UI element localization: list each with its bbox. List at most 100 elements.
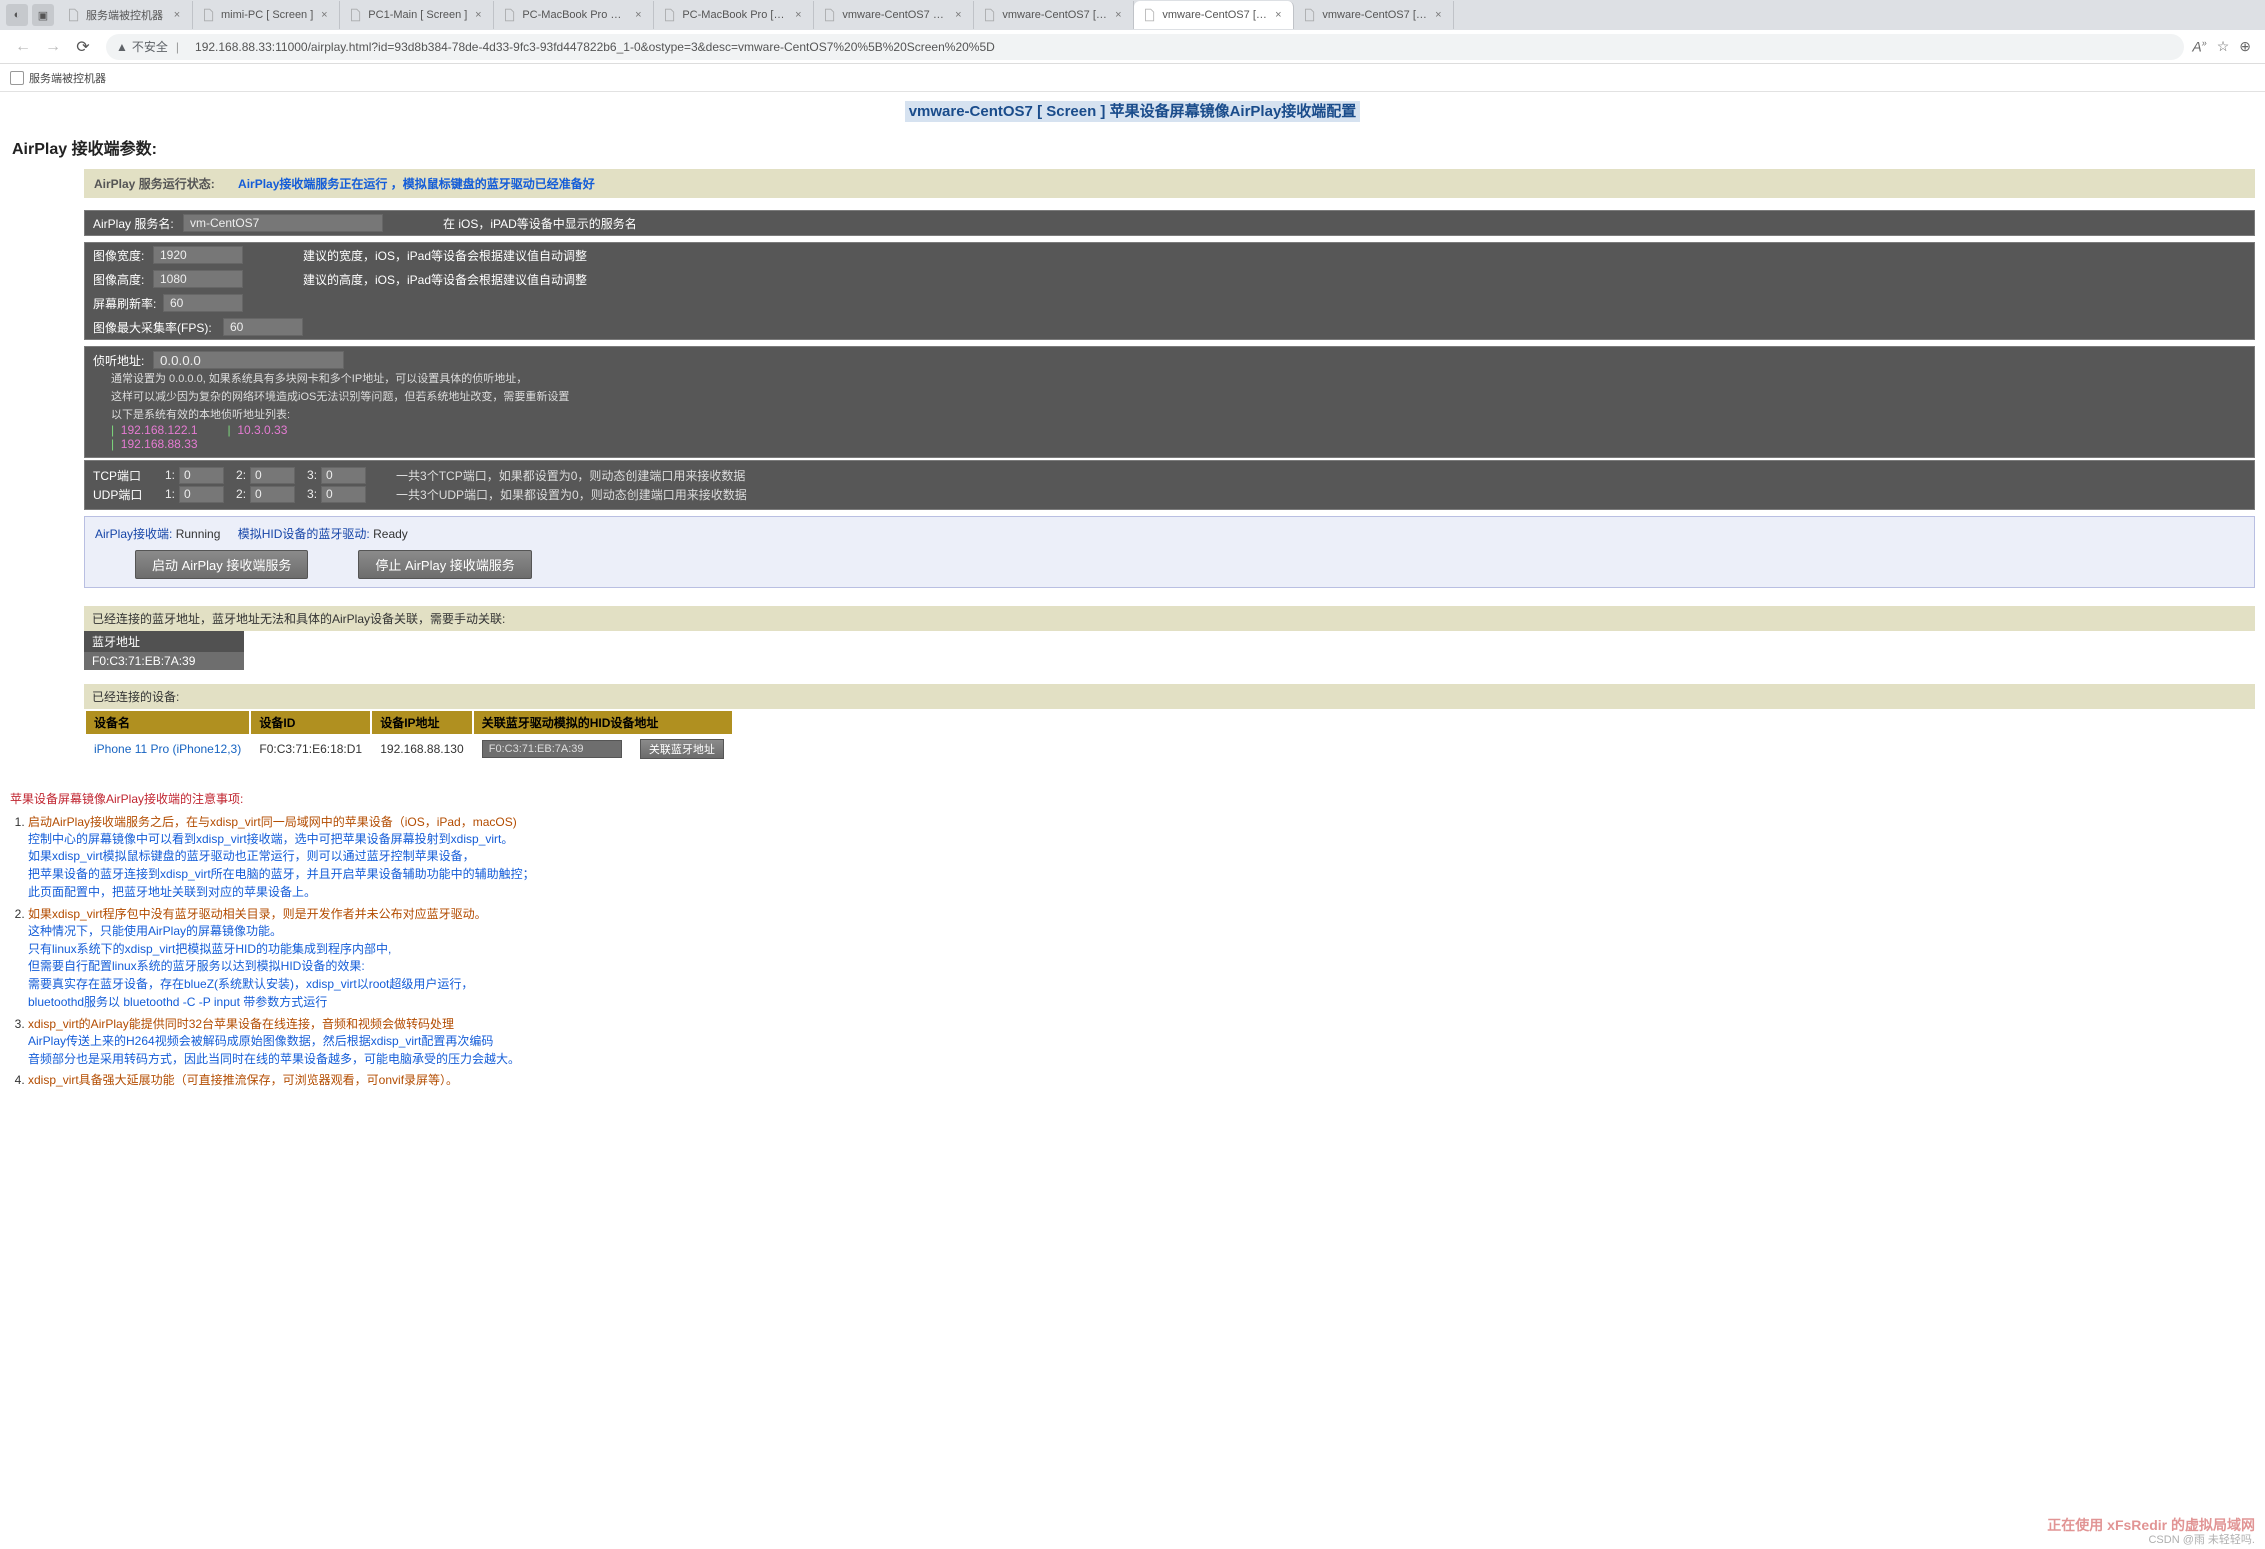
listen-ip-3: 192.168.88.33 bbox=[121, 437, 198, 451]
close-icon[interactable]: × bbox=[170, 8, 184, 22]
udp-port-3[interactable] bbox=[321, 486, 366, 503]
browser-tab[interactable]: 服务端被控机器 × bbox=[58, 1, 193, 29]
bookmark-page-icon bbox=[10, 71, 24, 85]
close-icon[interactable]: × bbox=[951, 8, 965, 22]
tab-title: PC-MacBook Pro List bbox=[522, 9, 627, 21]
stop-airplay-button[interactable]: 停止 AirPlay 接收端服务 bbox=[358, 550, 531, 579]
tab-title: vmware-CentOS7 [ Scre bbox=[1002, 9, 1107, 21]
close-icon[interactable]: × bbox=[1271, 8, 1285, 22]
bookmarks-bar: 服务端被控机器 bbox=[0, 64, 2265, 92]
note-2: 如果xdisp_virt程序包中没有蓝牙驱动相关目录，则是开发作者并未公布对应蓝… bbox=[28, 905, 2255, 1011]
tab-title: 服务端被控机器 bbox=[86, 7, 166, 23]
dev-link-button[interactable]: 关联蓝牙地址 bbox=[640, 739, 724, 759]
udp-tail: 一共3个UDP端口，如果都设置为0，则动态创建端口用来接收数据 bbox=[396, 486, 747, 503]
ctrl-k1: AirPlay接收端: bbox=[95, 527, 172, 541]
browser-tab[interactable]: vmware-CentOS7 [ Scre × bbox=[1294, 1, 1454, 29]
fps-label: 图像最大采集率(FPS): bbox=[93, 319, 223, 336]
img-width-label: 图像宽度: bbox=[93, 247, 153, 264]
page-icon bbox=[1302, 8, 1316, 22]
close-icon[interactable]: × bbox=[791, 8, 805, 22]
watermark: 正在使用 xFsRedir 的虚拟局域网 bbox=[2047, 1515, 2255, 1535]
browser-tab[interactable]: PC1-Main [ Screen ] × bbox=[340, 1, 494, 29]
browser-tab[interactable]: vmware-CentOS7 [ Scre × bbox=[974, 1, 1134, 29]
ctrl-k2: 模拟HID设备的蓝牙驱动: bbox=[238, 527, 370, 541]
dev-id: F0:C3:71:E6:18:D1 bbox=[251, 736, 370, 762]
page-icon bbox=[201, 8, 215, 22]
close-icon[interactable]: × bbox=[471, 8, 485, 22]
img-width-input[interactable] bbox=[153, 246, 243, 264]
tab-title: vmware-CentOS7 List bbox=[842, 9, 947, 21]
close-icon[interactable]: × bbox=[1111, 8, 1125, 22]
img-width-tail: 建议的宽度，iOS，iPad等设备会根据建议值自动调整 bbox=[303, 247, 587, 264]
tcp-tail: 一共3个TCP端口，如果都设置为0，则动态创建端口用来接收数据 bbox=[396, 467, 745, 484]
udp-label: UDP端口 bbox=[93, 486, 153, 503]
notes-title: 苹果设备屏幕镜像AirPlay接收端的注意事项: bbox=[10, 790, 2255, 807]
page-icon bbox=[822, 8, 836, 22]
service-name-input[interactable] bbox=[183, 214, 383, 232]
dev-ip: 192.168.88.130 bbox=[372, 736, 472, 762]
service-name-label: AirPlay 服务名: bbox=[93, 215, 183, 232]
favorite-icon[interactable]: ☆ bbox=[2217, 38, 2230, 55]
dev-col4: 关联蓝牙驱动模拟的HID设备地址 bbox=[474, 711, 732, 734]
browser-tabs-bar: ◐ ▣ 服务端被控机器×mimi-PC [ Screen ]×PC1-Main … bbox=[0, 0, 2265, 30]
close-icon[interactable]: × bbox=[631, 8, 645, 22]
tab-title: PC1-Main [ Screen ] bbox=[368, 9, 467, 21]
tcp-port-1[interactable] bbox=[179, 467, 224, 484]
bt-sub: 蓝牙地址 bbox=[84, 631, 244, 652]
close-icon[interactable]: × bbox=[1431, 8, 1445, 22]
dev-head: 已经连接的设备: bbox=[84, 684, 2255, 709]
img-height-input[interactable] bbox=[153, 270, 243, 288]
notes: 苹果设备屏幕镜像AirPlay接收端的注意事项: 启动AirPlay接收端服务之… bbox=[10, 790, 2255, 1089]
reader-icon[interactable]: A» bbox=[2192, 38, 2206, 55]
browser-tab[interactable]: vmware-CentOS7 List × bbox=[814, 1, 974, 29]
udp-port-2[interactable] bbox=[250, 486, 295, 503]
address-bar: ← → ⟳ ▲不安全| 192.168.88.33:11000/airplay.… bbox=[0, 30, 2265, 64]
tcp-port-2[interactable] bbox=[250, 467, 295, 484]
back-button[interactable]: ← bbox=[10, 34, 36, 60]
ports-block: TCP端口 1: 2: 3: 一共3个TCP端口，如果都设置为0，则动态创建端口… bbox=[84, 460, 2255, 510]
page-icon bbox=[982, 8, 996, 22]
browser-tab[interactable]: vmware-CentOS7 [ Scre× bbox=[1134, 1, 1294, 29]
start-airplay-button[interactable]: 启动 AirPlay 接收端服务 bbox=[135, 550, 308, 579]
dev-link-input[interactable] bbox=[482, 740, 622, 758]
udp-port-1[interactable] bbox=[179, 486, 224, 503]
img-height-tail: 建议的高度，iOS，iPad等设备会根据建议值自动调整 bbox=[303, 271, 587, 288]
ctrl-v2: Ready bbox=[373, 527, 408, 541]
dev-name: iPhone 11 Pro (iPhone12,3) bbox=[86, 736, 249, 762]
listen-ip-2: 10.3.0.33 bbox=[237, 423, 287, 437]
note-4: xdisp_virt具备强大延展功能（可直接推流保存，可浏览器观看，可onvif… bbox=[28, 1071, 2255, 1088]
page-title: vmware-CentOS7 [ Screen ] 苹果设备屏幕镜像AirPla… bbox=[10, 100, 2255, 121]
status-row: AirPlay 服务运行状态: AirPlay接收端服务正在运行 ，模拟鼠标键盘… bbox=[84, 169, 2255, 198]
listen-desc3: 以下是系统有效的本地侦听地址列表: bbox=[111, 408, 2246, 423]
listen-ip-1: 192.168.122.1 bbox=[121, 423, 198, 437]
page-icon bbox=[66, 8, 80, 22]
menu-icon[interactable]: ⊕ bbox=[2239, 38, 2251, 55]
close-icon[interactable]: × bbox=[317, 8, 331, 22]
tcp-label: TCP端口 bbox=[93, 467, 153, 484]
url-text: 192.168.88.33:11000/airplay.html?id=93d8… bbox=[195, 40, 995, 54]
tcp-port-3[interactable] bbox=[321, 467, 366, 484]
url-field[interactable]: ▲不安全| 192.168.88.33:11000/airplay.html?i… bbox=[106, 34, 2184, 60]
status-label: AirPlay 服务运行状态: bbox=[94, 177, 215, 191]
window-icon[interactable]: ▣ bbox=[32, 4, 54, 26]
page-icon bbox=[348, 8, 362, 22]
browser-tab[interactable]: PC-MacBook Pro [ Scree × bbox=[654, 1, 814, 29]
bookmark-item[interactable]: 服务端被控机器 bbox=[10, 70, 106, 86]
forward-button[interactable]: → bbox=[40, 34, 66, 60]
reload-button[interactable]: ⟳ bbox=[70, 34, 96, 60]
profile-icon[interactable]: ◐ bbox=[6, 4, 28, 26]
browser-tab[interactable]: PC-MacBook Pro List × bbox=[494, 1, 654, 29]
fps-input[interactable] bbox=[223, 318, 303, 336]
dev-col3: 设备IP地址 bbox=[372, 711, 472, 734]
refresh-input[interactable] bbox=[163, 294, 243, 312]
tab-title: PC-MacBook Pro [ Scree bbox=[682, 9, 787, 21]
listen-desc2: 这样可以减少因为复杂的网络环境造成iOS无法识别等问题，但若系统地址改变，需要重… bbox=[111, 390, 2246, 405]
listen-input[interactable] bbox=[153, 351, 344, 369]
insecure-icon: ▲ bbox=[116, 40, 128, 54]
page-icon bbox=[1142, 8, 1156, 22]
tab-title: vmware-CentOS7 [ Scre bbox=[1322, 9, 1427, 21]
browser-tab[interactable]: mimi-PC [ Screen ]× bbox=[193, 1, 340, 29]
listen-desc1: 通常设置为 0.0.0.0, 如果系统具有多块网卡和多个IP地址，可以设置具体的… bbox=[111, 372, 2246, 387]
device-table: 设备名 设备ID 设备IP地址 关联蓝牙驱动模拟的HID设备地址 iPhone … bbox=[84, 709, 734, 764]
bookmark-label: 服务端被控机器 bbox=[29, 70, 106, 86]
